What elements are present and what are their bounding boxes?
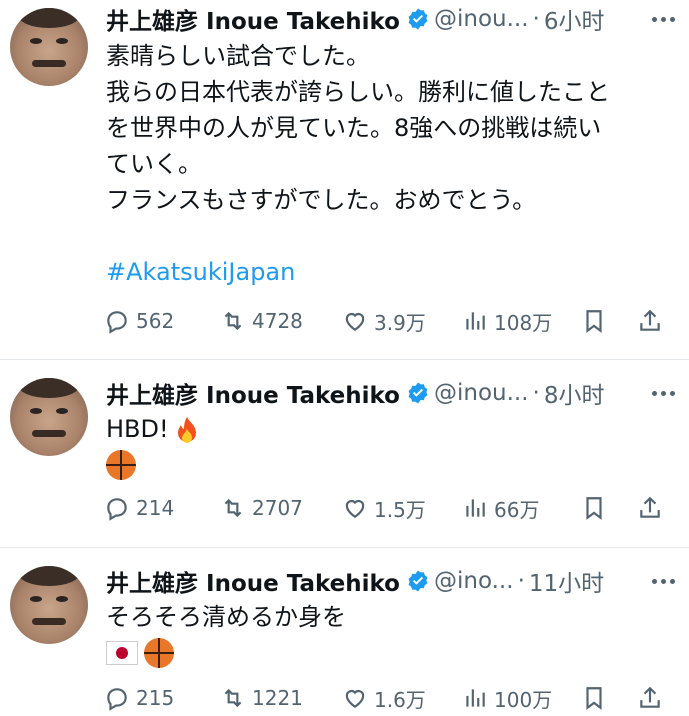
like-button[interactable]: 3.9万 — [342, 303, 426, 339]
author-handle[interactable]: @inou... — [434, 6, 529, 32]
retweet-icon — [224, 498, 242, 518]
reply-icon — [107, 688, 127, 711]
reply-button[interactable]: 215 — [104, 680, 174, 716]
tweet-line: そろそろ清めるか身を — [106, 603, 346, 631]
tweet-line: 素晴らしい試合でした。 — [106, 42, 370, 70]
view-count: 66万 — [494, 497, 540, 522]
tweet-3[interactable]: 井上雄彦 Inoue Takehiko @ino... · 11小时 そろそろ清… — [0, 548, 689, 716]
share-icon — [640, 686, 660, 708]
avatar[interactable] — [10, 378, 88, 456]
tweet-1[interactable]: 井上雄彦 Inoue Takehiko @inou... · 6小时 素晴らしい… — [0, 0, 689, 358]
views-icon — [466, 689, 485, 707]
separator-dot: · — [517, 568, 525, 594]
tweet-header: 井上雄彦 Inoue Takehiko @inou... · 8小时 — [106, 376, 676, 410]
timestamp[interactable]: 6小时 — [544, 2, 605, 36]
action-bar: 214 2707 1.5万 66万 — [104, 490, 674, 526]
tweet-header: 井上雄彦 Inoue Takehiko @inou... · 6小时 — [106, 2, 676, 36]
reply-count: 562 — [136, 309, 175, 333]
more-icon[interactable] — [652, 391, 675, 396]
verified-badge-icon — [408, 382, 428, 404]
more-icon[interactable] — [652, 17, 675, 22]
bookmark-button[interactable] — [581, 680, 607, 716]
tweet-line: ていく。 — [106, 150, 202, 178]
separator-dot: · — [532, 6, 540, 32]
timestamp[interactable]: 8小时 — [544, 376, 605, 410]
retweet-icon — [224, 311, 242, 331]
tweet-line: フランスもさすがでした。おめでとう。 — [106, 186, 537, 214]
view-count: 108万 — [494, 310, 553, 335]
verified-badge-icon — [408, 570, 428, 592]
bookmark-icon — [586, 687, 602, 710]
reply-button[interactable]: 214 — [104, 490, 174, 526]
like-button[interactable]: 1.5万 — [342, 490, 426, 526]
like-icon — [345, 689, 365, 708]
tweet-text: HBD! — [106, 411, 676, 483]
share-button[interactable] — [637, 303, 663, 339]
verified-badge-icon — [408, 8, 428, 30]
share-icon — [640, 309, 660, 331]
share-icon — [640, 496, 660, 518]
share-button[interactable] — [637, 680, 663, 716]
retweet-icon — [224, 688, 242, 708]
avatar[interactable] — [10, 566, 88, 644]
retweet-count: 2707 — [252, 496, 303, 520]
views-icon — [466, 499, 485, 517]
bookmark-icon — [586, 497, 602, 520]
action-bar: 215 1221 1.6万 100万 — [104, 680, 674, 716]
views-button[interactable]: 108万 — [462, 303, 552, 339]
action-bar: 562 4728 3.9万 108万 — [104, 303, 674, 339]
more-icon[interactable] — [652, 579, 675, 584]
views-button[interactable]: 66万 — [462, 490, 539, 526]
avatar[interactable] — [10, 8, 88, 86]
author-handle[interactable]: @inou... — [434, 380, 529, 406]
author-name[interactable]: 井上雄彦 Inoue Takehiko — [106, 376, 400, 410]
bookmark-icon — [586, 310, 602, 333]
tweet-line: を世界中の人が見ていた。8強への挑戦は続い — [106, 114, 602, 142]
like-button[interactable]: 1.6万 — [342, 680, 426, 716]
tweet-line: 我らの日本代表が誇らしい。勝利に値したこと — [106, 78, 610, 106]
tweet-2[interactable]: 井上雄彦 Inoue Takehiko @inou... · 8小时 HBD! … — [0, 360, 689, 546]
reply-icon — [107, 311, 127, 334]
views-icon — [466, 312, 485, 330]
retweet-button[interactable]: 4728 — [220, 303, 303, 339]
basketball-emoji — [106, 450, 136, 480]
view-count: 100万 — [494, 687, 553, 712]
reply-button[interactable]: 562 — [104, 303, 174, 339]
reply-icon — [107, 498, 127, 521]
author-name[interactable]: 井上雄彦 Inoue Takehiko — [106, 564, 400, 598]
separator-dot: · — [532, 380, 540, 406]
like-icon — [345, 499, 365, 518]
like-count: 3.9万 — [374, 310, 426, 335]
retweet-count: 4728 — [252, 309, 303, 333]
like-count: 1.5万 — [374, 497, 426, 522]
bookmark-button[interactable] — [581, 303, 607, 339]
tweet-line: HBD! — [106, 415, 169, 443]
author-handle[interactable]: @ino... — [434, 568, 514, 594]
like-count: 1.6万 — [374, 687, 426, 712]
bookmark-button[interactable] — [581, 490, 607, 526]
retweet-button[interactable]: 2707 — [220, 490, 303, 526]
timestamp[interactable]: 11小时 — [529, 564, 604, 598]
views-button[interactable]: 100万 — [462, 680, 552, 716]
tweet-text: 素晴らしい試合でした。 我らの日本代表が誇らしい。勝利に値したこと を世界中の人… — [106, 38, 676, 290]
fire-emoji — [178, 417, 197, 443]
retweet-button[interactable]: 1221 — [220, 680, 303, 716]
tweet-header: 井上雄彦 Inoue Takehiko @ino... · 11小时 — [106, 564, 676, 598]
share-button[interactable] — [637, 490, 663, 526]
hashtag-link[interactable]: #AkatsukiJapan — [106, 254, 676, 290]
author-name[interactable]: 井上雄彦 Inoue Takehiko — [106, 2, 400, 36]
reply-count: 215 — [136, 686, 175, 710]
retweet-count: 1221 — [252, 686, 303, 710]
tweet-text: そろそろ清めるか身を — [106, 599, 676, 671]
japan-flag-emoji — [106, 641, 138, 665]
reply-count: 214 — [136, 496, 175, 520]
basketball-emoji — [144, 638, 174, 668]
like-icon — [345, 312, 365, 331]
